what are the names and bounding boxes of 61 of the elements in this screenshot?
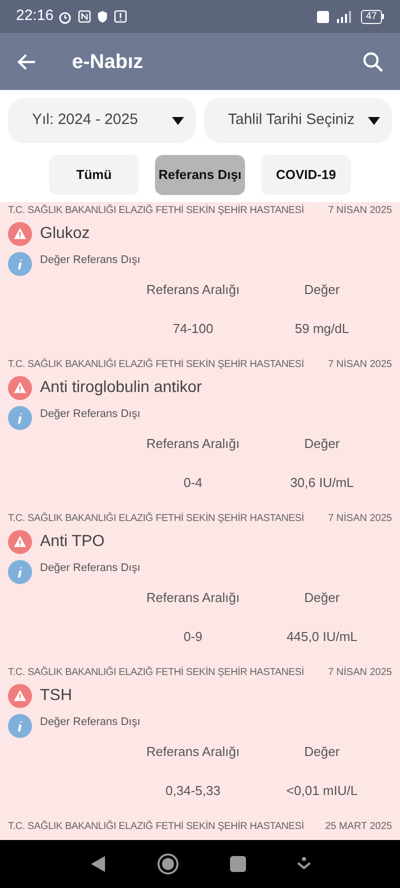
home-nav-icon[interactable] bbox=[156, 853, 178, 875]
caret-icon bbox=[368, 116, 380, 124]
test-name: Anti tiroglobulin antikor bbox=[40, 378, 202, 398]
download-nav-icon[interactable] bbox=[296, 857, 310, 871]
warning-icon bbox=[8, 530, 32, 554]
hospital-name: T.C. SAĞLIK BAKANLIĞI ELAZIĞ FETHİ SEKİN ŞEHİR HASTANESİ bbox=[8, 819, 304, 834]
back-nav-icon[interactable] bbox=[90, 855, 106, 873]
test-date: 7 NİSAN 2025 bbox=[328, 511, 392, 526]
hospital-name: T.C. SAĞLIK BAKANLIĞI ELAZIĞ FETHİ SEKİN ŞEHİR HASTANESİ bbox=[8, 357, 304, 372]
hospital-name: T.C. SAĞLIK BAKANLIĞI ELAZIĞ FETHİ SEKİN ŞEHİR HASTANESİ bbox=[8, 511, 304, 526]
tab[interactable]: COVID-19 bbox=[261, 155, 351, 195]
info-icon bbox=[8, 406, 32, 430]
table-cell-text: 74-100 bbox=[172, 320, 214, 338]
status-time: 22:16 bbox=[16, 6, 54, 26]
test-name: Glukoz bbox=[40, 224, 90, 244]
column-header: Referans Aralığı bbox=[146, 281, 240, 299]
status-note: Değer Referans Dışı bbox=[40, 560, 140, 576]
test-date: 7 NİSAN 2025 bbox=[328, 357, 392, 372]
alarm-clock-icon bbox=[58, 10, 72, 24]
warning-icon bbox=[8, 376, 32, 400]
table-cell-text: 0-4 bbox=[184, 474, 202, 492]
caret-icon bbox=[172, 116, 184, 124]
status-note: Değer Referans Dışı bbox=[40, 406, 140, 422]
warning-icon bbox=[8, 684, 32, 708]
test-name: TSH bbox=[40, 686, 72, 706]
recents-nav-icon[interactable] bbox=[230, 856, 246, 872]
test-name: Anti TPO bbox=[40, 532, 105, 552]
column-header: Referans Aralığı bbox=[146, 435, 240, 453]
battery-icon: 47 bbox=[360, 10, 384, 24]
search-button[interactable] bbox=[362, 50, 384, 72]
table-cell-text: 0,34-5,33 bbox=[166, 782, 220, 800]
dropdown[interactable]: Yıl: 2024 - 2025 bbox=[8, 98, 196, 143]
info-icon bbox=[8, 252, 32, 276]
dropdown[interactable]: Tahlil Tarihi Seçiniz bbox=[204, 98, 392, 143]
test-date: 7 NİSAN 2025 bbox=[328, 665, 392, 680]
column-header: Değer bbox=[304, 435, 340, 453]
status-note: Değer Referans Dışı bbox=[40, 252, 140, 268]
hospital-name: T.C. SAĞLIK BAKANLIĞI ELAZIĞ FETHİ SEKİN ŞEHİR HASTANESİ bbox=[8, 203, 304, 218]
test-date: 25 MART 2025 bbox=[325, 820, 392, 834]
column-header: Referans Aralığı bbox=[146, 589, 240, 607]
table-cell-text: 0-9 bbox=[184, 628, 202, 646]
warning-icon bbox=[8, 222, 32, 246]
column-header: Değer bbox=[304, 281, 340, 299]
hospital-name: T.C. SAĞLIK BAKANLIĞI ELAZIĞ FETHİ SEKİN ŞEHİR HASTANESİ bbox=[8, 665, 304, 680]
tab[interactable]: Referans Dışı bbox=[155, 155, 245, 195]
nfc-icon bbox=[78, 10, 91, 23]
tab[interactable]: Tümü bbox=[49, 155, 139, 195]
test-date: 7 NİSAN 2025 bbox=[328, 203, 392, 218]
status-note: Değer Referans Dışı bbox=[40, 714, 140, 730]
info-icon bbox=[8, 714, 32, 738]
table-cell-text: 445,0 IU/mL bbox=[286, 628, 358, 646]
notification-icon bbox=[114, 10, 127, 23]
table-cell-text: 59 mg/dL bbox=[294, 320, 350, 338]
column-header: Referans Aralığı bbox=[146, 743, 240, 761]
app-title: e-Nabız bbox=[72, 50, 144, 74]
shield-icon bbox=[96, 10, 108, 23]
table-cell-text: 30,6 IU/mL bbox=[290, 474, 354, 492]
info-icon bbox=[8, 560, 32, 584]
column-header: Değer bbox=[304, 589, 340, 607]
column-header: Değer bbox=[304, 743, 340, 761]
table-cell-text: <0,01 mIU/L bbox=[286, 782, 358, 800]
